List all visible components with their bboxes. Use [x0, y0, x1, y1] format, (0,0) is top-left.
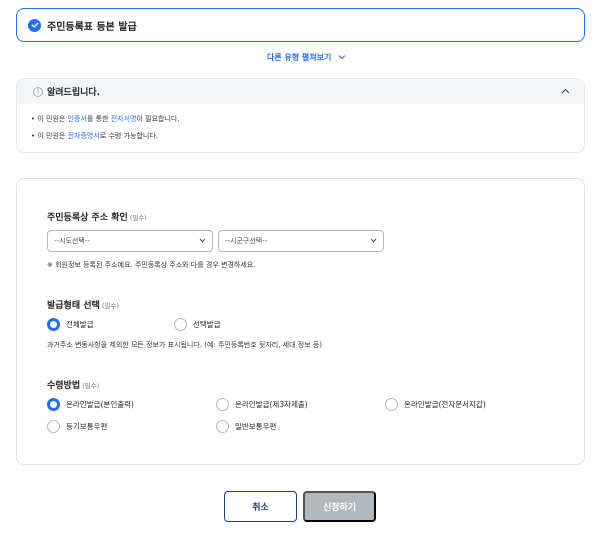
required-mark: (필수): [129, 214, 147, 222]
submit-button[interactable]: 신청하기: [303, 491, 376, 522]
required-mark: (필수): [82, 382, 100, 390]
notice-text: 이 민원은: [37, 132, 68, 140]
notice-line-2: • 이 민원은 전자증명서로 수령 가능합니다.: [31, 131, 570, 148]
notice-header[interactable]: ! 알려드립니다.: [17, 79, 584, 104]
issue-type-section-title: 발급형태 선택 (필수): [47, 298, 119, 311]
radio-online-wallet[interactable]: 온라인발급(전자문서지갑): [385, 398, 486, 411]
notice-text: 이 필요합니다.: [136, 115, 180, 123]
radio-regular-mail[interactable]: 일반보통우편: [216, 420, 276, 433]
service-title-card: 주민등록표 등본 발급: [16, 8, 585, 42]
sido-select-value: --시도선택--: [54, 237, 90, 245]
required-mark: (필수): [101, 302, 119, 310]
receive-title: 수령방법: [47, 381, 81, 391]
service-title: 주민등록표 등본 발급: [47, 21, 137, 33]
issue-type-help-text: 과거주소 변동사항을 제외한 모든 정보가 표시됩니다. (예: 주민등록번호 …: [47, 341, 323, 349]
radio-circle: [47, 420, 60, 433]
radio-circle: [174, 318, 187, 331]
chevron-down-icon: [338, 53, 346, 62]
radio-circle: [47, 318, 60, 331]
radio-circle: [385, 398, 398, 411]
bullet: •: [31, 132, 36, 140]
chevron-down-icon: [199, 236, 206, 246]
radio-label: 선택발급: [193, 320, 221, 329]
notice-highlight-certificate: 인증서: [67, 115, 87, 123]
radio-circle: [216, 398, 229, 411]
notice-text: 로 수령 가능합니다.: [99, 132, 158, 140]
radio-label: 온라인발급(본인출력): [66, 400, 134, 409]
cancel-button[interactable]: 취소: [224, 491, 297, 522]
chevron-down-icon: [370, 236, 377, 246]
address-help-text: ※ 회원정보 등록된 주소예요. 주민등록상 주소와 다를 경우 변경하세요.: [47, 261, 256, 269]
notice-text: 이 민원은: [37, 115, 68, 123]
info-icon: !: [33, 86, 43, 97]
address-title: 주민등록상 주소 확인: [47, 213, 128, 223]
more-types-toggle[interactable]: 다른 유형 펼쳐보기: [0, 52, 613, 63]
sigungu-select-value: --시군구선택--: [225, 237, 268, 245]
notice-highlight-signature: 전자서명: [110, 115, 137, 123]
bullet: •: [31, 115, 36, 123]
notice-title: 알려드립니다.: [47, 88, 101, 98]
radio-label: 전체발급: [66, 320, 94, 329]
radio-label: 온라인발급(전자문서지갑): [404, 400, 486, 409]
notice-panel: ! 알려드립니다. • 이 민원은 인증서를 통한 전자서명이 필요합니다. •…: [16, 78, 585, 153]
sigungu-select[interactable]: --시군구선택--: [218, 230, 384, 252]
address-section-title: 주민등록상 주소 확인 (필수): [47, 210, 147, 223]
sido-select[interactable]: --시도선택--: [47, 230, 213, 252]
radio-label: 등기보통우편: [66, 422, 108, 431]
chevron-up-icon[interactable]: [561, 87, 570, 97]
radio-selective-issue[interactable]: 선택발급: [174, 318, 221, 331]
notice-highlight-e-certificate: 전자증명서: [67, 132, 100, 140]
radio-label: 온라인발급(제3자제출): [235, 400, 308, 409]
issue-type-title: 발급형태 선택: [47, 301, 100, 311]
application-form: 주민등록상 주소 확인 (필수) --시도선택-- --시군구선택-- ※ 회원정…: [16, 178, 585, 465]
more-types-label: 다른 유형 펼쳐보기: [266, 53, 332, 62]
radio-online-third-party[interactable]: 온라인발급(제3자제출): [216, 398, 308, 411]
radio-full-issue[interactable]: 전체발급: [47, 318, 94, 331]
radio-online-self[interactable]: 온라인발급(본인출력): [47, 398, 134, 411]
radio-circle: [216, 420, 229, 433]
check-circle-icon: [28, 18, 41, 32]
radio-circle: [47, 398, 60, 411]
radio-registered-mail[interactable]: 등기보통우편: [47, 420, 107, 433]
radio-label: 일반보통우편: [235, 422, 277, 431]
notice-text: 를 통한: [86, 115, 111, 123]
notice-line-1: • 이 민원은 인증서를 통한 전자서명이 필요합니다.: [31, 114, 570, 131]
receive-section-title: 수령방법 (필수): [47, 378, 99, 391]
